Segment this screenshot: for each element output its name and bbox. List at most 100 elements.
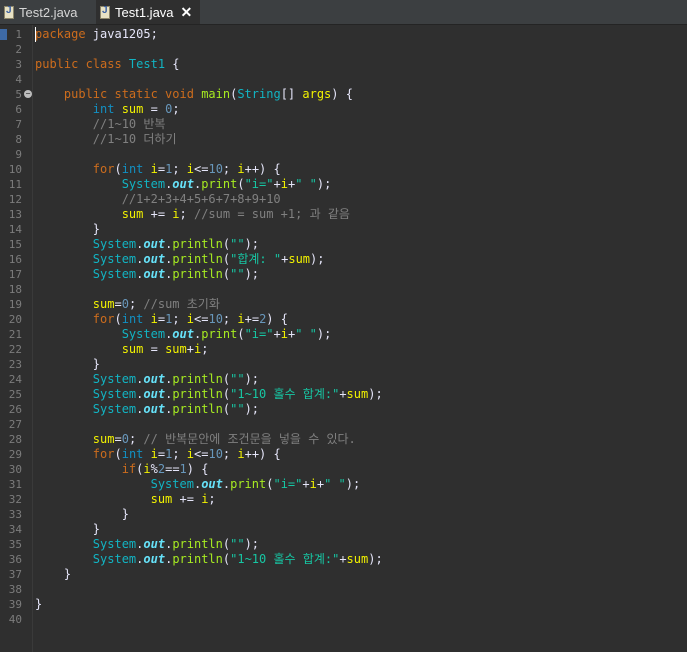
code-token: ); (244, 372, 260, 386)
code-token: 10 (208, 162, 223, 176)
code-token: "i=" (244, 327, 274, 341)
code-line[interactable]: 33 } (0, 507, 687, 522)
code-token: } (35, 507, 129, 521)
code-line[interactable]: 11 System.out.print("i="+i+" "); (0, 177, 687, 192)
code-line[interactable]: 20 for(int i=1; i<=10; i+=2) { (0, 312, 687, 327)
code-token: int (121, 447, 151, 461)
line-number: 13 (8, 208, 22, 221)
code-token: "i=" (244, 177, 274, 191)
code-token: += (172, 492, 202, 506)
code-line[interactable]: 15 System.out.println(""); (0, 237, 687, 252)
code-line[interactable]: 31 System.out.print("i="+i+" "); (0, 477, 687, 492)
code-line[interactable]: 25 System.out.println("1~10 홀수 합계:"+sum)… (0, 387, 687, 402)
code-text: System.out.println("합계: "+sum); (35, 252, 325, 267)
code-line[interactable]: 2 (0, 42, 687, 57)
code-token: ; (172, 162, 187, 176)
code-token: ; (128, 432, 144, 446)
code-text: sum=0; //sum 초기화 (35, 297, 220, 312)
code-line[interactable]: 4 (0, 72, 687, 87)
code-line[interactable]: 27 (0, 417, 687, 432)
code-line[interactable]: 13 sum += i; //sum = sum +1; 과 같음 (0, 207, 687, 222)
code-line[interactable]: 18 (0, 282, 687, 297)
code-token: i (150, 162, 158, 176)
code-text: System.out.print("i="+i+" "); (35, 177, 332, 192)
code-line[interactable]: 34 } (0, 522, 687, 537)
line-number: 10 (8, 163, 22, 176)
tab-test2-java[interactable]: Test2.java (0, 0, 96, 24)
line-number: 4 (15, 73, 22, 86)
code-token: sum (346, 552, 369, 566)
code-line[interactable]: 3 public class Test1 { (0, 57, 687, 72)
code-token: out (201, 477, 223, 491)
code-line[interactable]: 21 System.out.print("i="+i+" "); (0, 327, 687, 342)
code-token: } (35, 567, 72, 581)
code-lines: 1 package java1205; 2 3 public class Test1 {… (0, 27, 687, 627)
code-line[interactable]: 36 System.out.println("1~10 홀수 합계:"+sum)… (0, 552, 687, 567)
code-token: ); (368, 552, 383, 566)
code-line[interactable]: 24 System.out.println(""); (0, 372, 687, 387)
tab-label: Test1.java (115, 4, 174, 20)
code-token: System (92, 237, 137, 251)
code-token: = (143, 342, 166, 356)
code-line[interactable]: 19 sum=0; //sum 초기화 (0, 297, 687, 312)
code-text: sum += i; //sum = sum +1; 과 같음 (35, 207, 350, 222)
code-line[interactable]: 7 //1~10 반복 (0, 117, 687, 132)
code-token: = (143, 102, 166, 116)
code-line[interactable]: 12 //1+2+3+4+5+6+7+8+9+10 (0, 192, 687, 207)
code-token: main (201, 87, 231, 101)
code-token: <= (194, 312, 209, 326)
code-line[interactable]: 9 (0, 147, 687, 162)
code-token: println (172, 387, 223, 401)
code-line[interactable]: 29 for(int i=1; i<=10; i++) { (0, 447, 687, 462)
code-token: for (92, 162, 115, 176)
code-token: = (157, 447, 166, 461)
tab-test1-java[interactable]: Test1.java ✕ (96, 0, 200, 24)
code-token: " " (295, 327, 317, 341)
code-line[interactable]: 10 for(int i=1; i<=10; i++) { (0, 162, 687, 177)
code-token: int (121, 312, 151, 326)
code-line[interactable]: 35 System.out.println(""); (0, 537, 687, 552)
code-line[interactable]: 17 System.out.println(""); (0, 267, 687, 282)
code-line[interactable]: 38 (0, 582, 687, 597)
code-text: } (35, 507, 129, 522)
code-line[interactable]: 8 //1~10 더하기 (0, 132, 687, 147)
code-token: ; (222, 312, 238, 326)
code-line[interactable]: 28 sum=0; // 반복문안에 조건문을 넣을 수 있다. (0, 432, 687, 447)
code-line[interactable]: 16 System.out.println("합계: "+sum); (0, 252, 687, 267)
code-line[interactable]: 26 System.out.println(""); (0, 402, 687, 417)
code-editor[interactable]: 1 package java1205; 2 3 public class Test1 {… (0, 25, 687, 652)
code-line[interactable]: 32 sum += i; (0, 492, 687, 507)
code-token: ) { (331, 87, 353, 101)
line-number: 32 (8, 493, 22, 506)
code-token: + (339, 552, 347, 566)
code-token: print (230, 477, 267, 491)
code-line[interactable]: 30 if(i%2==1) { (0, 462, 687, 477)
line-number: 5 (15, 88, 22, 101)
code-line[interactable]: 5− public static void main(String[] args… (0, 87, 687, 102)
code-line[interactable]: 14 } (0, 222, 687, 237)
code-line[interactable]: 22 sum = sum+i; (0, 342, 687, 357)
code-text: System.out.println(""); (35, 372, 259, 387)
code-token: ( (237, 177, 245, 191)
code-token: println (172, 552, 223, 566)
code-token: //sum 초기화 (143, 297, 220, 311)
code-line[interactable]: 37 } (0, 567, 687, 582)
code-line[interactable]: 23 } (0, 357, 687, 372)
code-text: System.out.println(""); (35, 267, 259, 282)
fold-toggle-icon[interactable]: − (24, 90, 32, 98)
code-line[interactable]: 1 package java1205; (0, 27, 687, 42)
code-token: System (150, 477, 194, 491)
code-line[interactable]: 39} (0, 597, 687, 612)
code-text: public class Test1 { (35, 57, 180, 72)
code-line[interactable]: 6 int sum = 0; (0, 102, 687, 117)
code-token: + (273, 327, 281, 341)
code-token: " " (324, 477, 346, 491)
close-icon[interactable]: ✕ (181, 4, 193, 21)
code-token: ); (244, 537, 260, 551)
line-number: 38 (8, 583, 22, 596)
code-line[interactable]: 40 (0, 612, 687, 627)
code-token: 2 (157, 462, 166, 476)
